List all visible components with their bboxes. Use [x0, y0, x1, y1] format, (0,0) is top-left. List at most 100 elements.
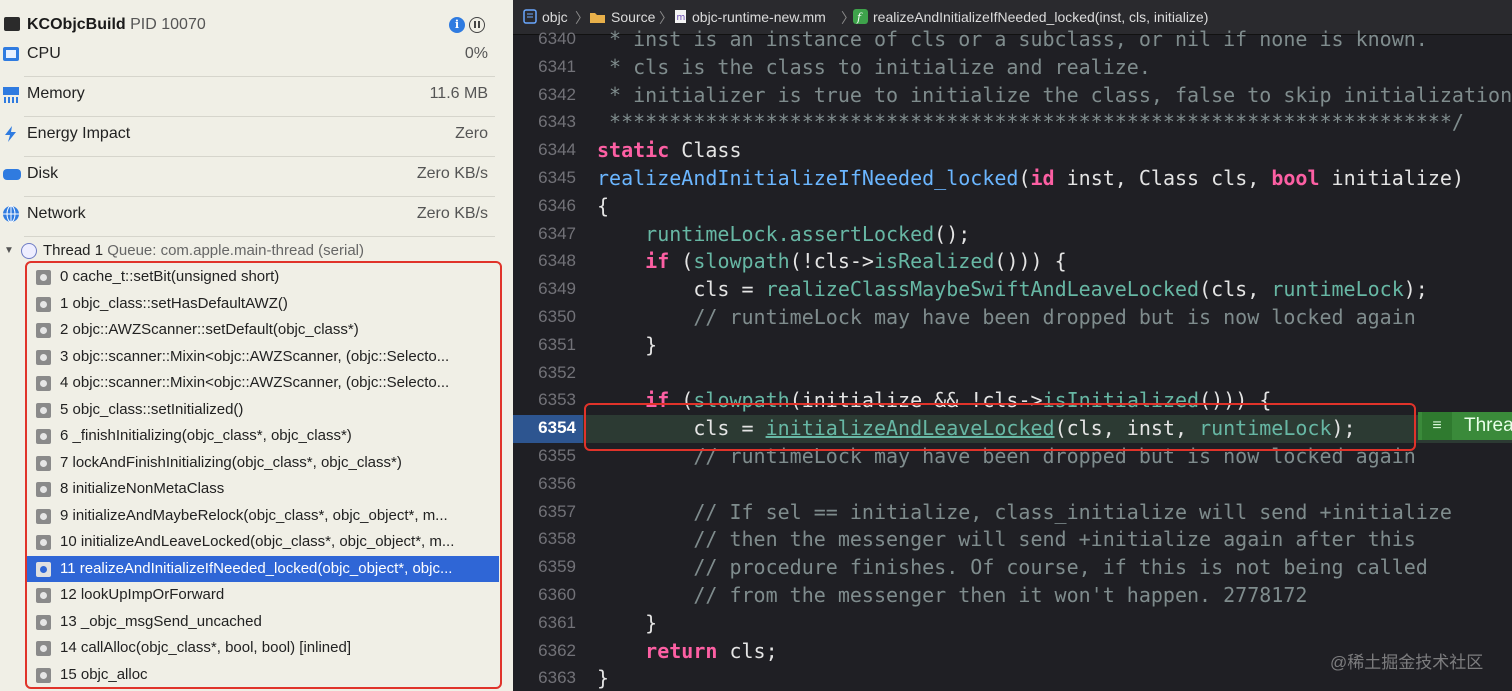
- stack-frame-row[interactable]: 2 objc::AWZScanner::setDefault(objc_clas…: [25, 317, 499, 344]
- code-line[interactable]: 6342 * initializer is true to initialize…: [513, 82, 1512, 110]
- gauge-memory[interactable]: Memory 11.6 MB: [0, 77, 495, 117]
- code-line[interactable]: 6349 cls = realizeClassMaybeSwiftAndLeav…: [513, 276, 1512, 304]
- jumpbar-symbol[interactable]: f realizeAndInitializeIfNeeded_locked(ins…: [853, 9, 1208, 25]
- frame-icon: [36, 482, 51, 497]
- stack-frame-row[interactable]: 8 initializeNonMetaClass: [25, 476, 499, 503]
- line-number[interactable]: 6361: [513, 613, 576, 633]
- line-number[interactable]: 6355: [513, 446, 576, 466]
- pause-icon[interactable]: [469, 17, 485, 33]
- line-number[interactable]: 6340: [513, 29, 576, 49]
- frame-icon: [36, 641, 51, 656]
- line-number[interactable]: 6358: [513, 529, 576, 549]
- line-number[interactable]: 6346: [513, 196, 576, 216]
- line-number[interactable]: 6359: [513, 557, 576, 577]
- stack-frame-row[interactable]: 4 objc::scanner::Mixin<objc::AWZScanner,…: [25, 370, 499, 397]
- code-line[interactable]: 6344 static Class: [513, 137, 1512, 165]
- code-line[interactable]: 6343 ***********************************…: [513, 109, 1512, 137]
- code-text: if (slowpath(!cls->isRealized())) {: [645, 249, 1067, 274]
- code-line[interactable]: 6355 // runtimeLock may have been droppe…: [513, 443, 1512, 471]
- stack-frame-row[interactable]: 14 callAlloc(objc_class*, bool, bool) [i…: [25, 635, 499, 662]
- line-number[interactable]: 6362: [513, 641, 576, 661]
- line-number[interactable]: 6341: [513, 57, 576, 77]
- gauge-value: 11.6 MB: [429, 85, 488, 102]
- code-line[interactable]: 6356: [513, 471, 1512, 499]
- gauge-energy-impact[interactable]: Energy Impact Zero: [0, 117, 495, 157]
- stack-frame-row[interactable]: 6 _finishInitializing(objc_class*, objc_…: [25, 423, 499, 450]
- line-number[interactable]: 6350: [513, 307, 576, 327]
- line-number[interactable]: 6347: [513, 224, 576, 244]
- code-line[interactable]: 6346 {: [513, 193, 1512, 221]
- stack-frame-row[interactable]: 1 objc_class::setHasDefaultAWZ(): [25, 291, 499, 318]
- jumpbar-file[interactable]: m objc-runtime-new.mm: [674, 9, 826, 25]
- line-number[interactable]: 6345: [513, 168, 576, 188]
- process-row[interactable]: KCObjcBuild PID 10070 i: [0, 12, 513, 40]
- line-number[interactable]: 6353: [513, 390, 576, 410]
- code-line[interactable]: 6352: [513, 360, 1512, 388]
- code-line[interactable]: 6351 }: [513, 332, 1512, 360]
- line-number[interactable]: 6343: [513, 112, 576, 132]
- jumpbar-folder[interactable]: Source: [589, 9, 655, 25]
- code-line[interactable]: 6357 // If sel == initialize, class_init…: [513, 499, 1512, 527]
- line-number[interactable]: 6356: [513, 474, 576, 494]
- frame-icon: [36, 561, 51, 577]
- line-number[interactable]: 6348: [513, 251, 576, 271]
- code-line[interactable]: 6341 * cls is the class to initialize an…: [513, 54, 1512, 82]
- stack-frame-row[interactable]: 9 initializeAndMaybeRelock(objc_class*, …: [25, 503, 499, 530]
- disclosure-triangle-icon[interactable]: ▼: [4, 245, 14, 256]
- gauge-network[interactable]: Network Zero KB/s: [0, 197, 495, 237]
- code-line[interactable]: 6361 }: [513, 610, 1512, 638]
- code-text: {: [597, 193, 610, 218]
- frame-icon: [36, 588, 51, 603]
- thread-label: Thread 1 Queue: com.apple.main-thread (s…: [43, 242, 365, 259]
- stack-frame-row[interactable]: 5 objc_class::setInitialized(): [25, 397, 499, 424]
- line-number[interactable]: 6354: [513, 418, 576, 438]
- thread-row[interactable]: ▼ Thread 1 Queue: com.apple.main-thread …: [0, 240, 513, 264]
- line-number[interactable]: 6342: [513, 85, 576, 105]
- frame-icon: [36, 614, 51, 630]
- frame-icon: [36, 376, 51, 391]
- energy-icon: [2, 125, 20, 143]
- frame-icon: [36, 455, 51, 471]
- line-number[interactable]: 6357: [513, 502, 576, 522]
- code-line[interactable]: 6347 runtimeLock.assertLocked();: [513, 221, 1512, 249]
- code-line[interactable]: 6350 // runtimeLock may have been droppe…: [513, 304, 1512, 332]
- code-line[interactable]: 6358 // then the messenger will send +in…: [513, 526, 1512, 554]
- line-number[interactable]: 6349: [513, 279, 576, 299]
- jumpbar-project[interactable]: objc: [523, 9, 568, 25]
- code-line[interactable]: 6345 realizeAndInitializeIfNeeded_locked(…: [513, 165, 1512, 193]
- line-number[interactable]: 6360: [513, 585, 576, 605]
- stack-frame-row[interactable]: 15 objc_alloc: [25, 662, 499, 689]
- code-line[interactable]: 6353 if (slowpath(initialize && !cls->is…: [513, 387, 1512, 415]
- code-line[interactable]: 6360 // from the messenger then it won't…: [513, 582, 1512, 610]
- stack-frame-row[interactable]: 11 realizeAndInitializeIfNeeded_locked(o…: [25, 555, 499, 582]
- stack-frame-row[interactable]: 0 cache_t::setBit(unsigned short): [25, 264, 499, 291]
- code-line[interactable]: 6359 // procedure finishes. Of course, i…: [513, 554, 1512, 582]
- current-code-line[interactable]: 6354 cls = initializeAndLeaveLocked(cls,…: [513, 415, 1512, 443]
- code-area[interactable]: 6340 * inst is an instance of cls or a s…: [513, 27, 1512, 691]
- line-number[interactable]: 6363: [513, 668, 576, 688]
- frame-icon: [36, 402, 51, 418]
- line-number[interactable]: 6344: [513, 140, 576, 160]
- stack-frame-row[interactable]: 12 lookUpImpOrForward: [25, 582, 499, 609]
- thread-stop-badge[interactable]: ≡ Threa: [1418, 412, 1512, 440]
- gauge-value: 0%: [464, 45, 488, 62]
- frame-label: 11 realizeAndInitializeIfNeeded_locked(o…: [60, 559, 453, 577]
- stack-frame-row[interactable]: 10 initializeAndLeaveLocked(objc_class*,…: [25, 529, 499, 556]
- info-icon[interactable]: i: [449, 17, 465, 33]
- gauge-value: Zero KB/s: [416, 205, 488, 222]
- project-icon: [523, 9, 537, 24]
- stack-frame-row[interactable]: 3 objc::scanner::Mixin<objc::AWZScanner,…: [25, 344, 499, 371]
- code-text: // runtimeLock may have been dropped but…: [597, 305, 1416, 329]
- code-line[interactable]: 6348 if (slowpath(!cls->isRealized())) {: [513, 248, 1512, 276]
- line-number[interactable]: 6352: [513, 363, 576, 383]
- stack-frame-row[interactable]: 13 _objc_msgSend_uncached: [25, 609, 499, 636]
- code-line[interactable]: 6340 * inst is an instance of cls or a s…: [513, 26, 1512, 54]
- line-number[interactable]: 6351: [513, 335, 576, 355]
- frame-label: 5 objc_class::setInitialized(): [60, 400, 244, 418]
- frame-label: 4 objc::scanner::Mixin<objc::AWZScanner,…: [60, 374, 450, 391]
- gauge-cpu[interactable]: CPU 0%: [0, 37, 495, 77]
- gauge-disk[interactable]: Disk Zero KB/s: [0, 157, 495, 197]
- stack-frame-row[interactable]: 7 lockAndFinishInitializing(objc_class*,…: [25, 450, 499, 477]
- code-text: static Class: [597, 138, 742, 163]
- code-text: runtimeLock.assertLocked();: [645, 221, 971, 246]
